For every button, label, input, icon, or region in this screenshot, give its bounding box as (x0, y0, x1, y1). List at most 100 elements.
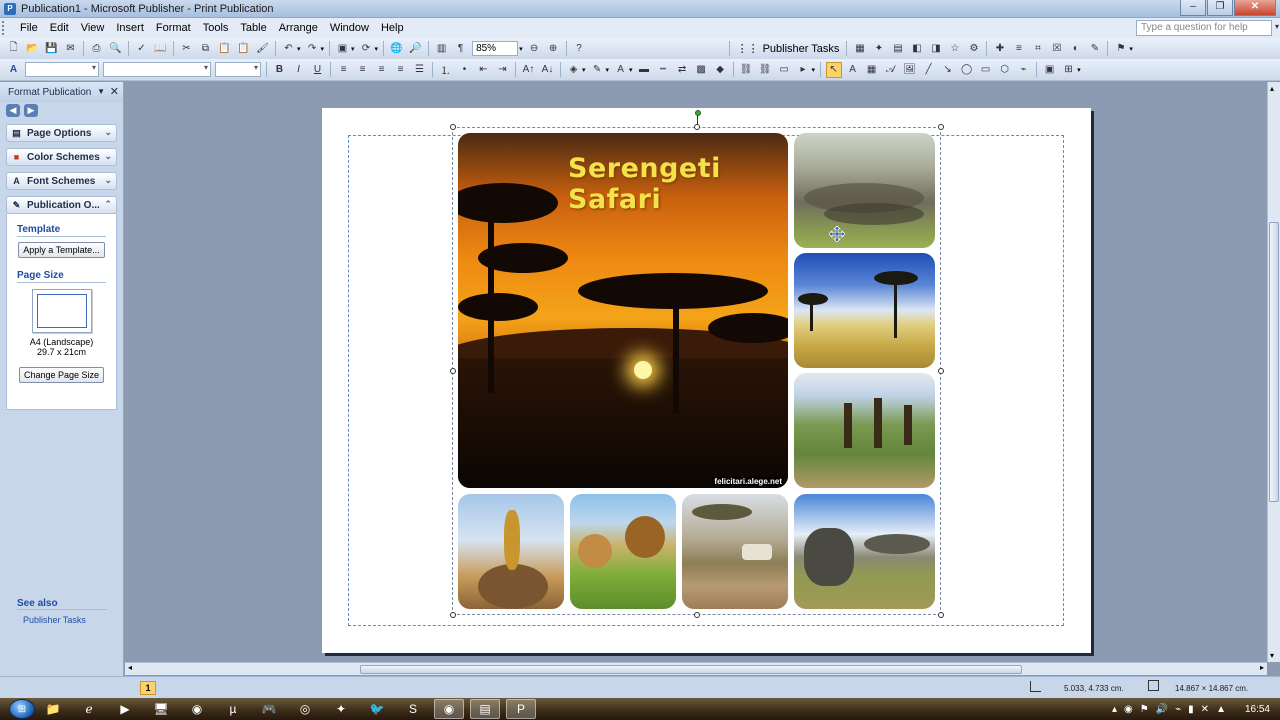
insert-hyperlink-icon[interactable]: 🌐 (389, 41, 405, 57)
menu-view[interactable]: View (75, 20, 111, 36)
paste-icon[interactable]: 📋 (217, 41, 233, 57)
apply-template-button[interactable]: Apply a Template... (18, 242, 105, 258)
design-gallery-icon[interactable]: ▣ (1042, 62, 1058, 78)
selection-frame[interactable] (452, 127, 941, 615)
section-color-schemes[interactable]: ■ Color Schemes ⌄ (6, 148, 117, 166)
gear-icon[interactable]: ⚙ (966, 41, 982, 57)
utorrent-icon[interactable]: µ (218, 699, 248, 719)
recolor-icon[interactable]: ◐ (1068, 41, 1084, 57)
select-pointer-icon[interactable]: ↖ (825, 61, 842, 78)
tool-icon[interactable]: ✦ (326, 699, 356, 719)
format-painter-icon[interactable]: 🖌 (255, 41, 271, 57)
underline-icon[interactable]: U (310, 62, 326, 78)
increase-indent-icon[interactable]: ⇥ (495, 62, 511, 78)
paste-special-icon[interactable]: 📋 (236, 41, 252, 57)
vertical-scrollbar[interactable]: ▴ ▾ (1267, 82, 1280, 662)
resize-handle[interactable] (694, 124, 700, 130)
font-color-icon[interactable]: A (613, 62, 629, 78)
redo-icon[interactable]: ↷ (304, 41, 320, 57)
resize-handle[interactable] (450, 124, 456, 130)
autoshapes-icon[interactable]: ⬡ (997, 62, 1013, 78)
menu-table[interactable]: Table (234, 20, 272, 36)
resize-handle[interactable] (938, 124, 944, 130)
arrow-style-icon[interactable]: ⇄ (674, 62, 690, 78)
wrap-icon[interactable]: ⌗ (1030, 41, 1046, 57)
decrease-indent-icon[interactable]: ⇤ (476, 62, 492, 78)
vertical-scroll-thumb[interactable] (1269, 222, 1279, 502)
hot-spot-icon[interactable]: ⌁ (1016, 62, 1032, 78)
app-icon[interactable]: ◎ (290, 699, 320, 719)
zoom-in-icon[interactable]: ⊕ (545, 41, 561, 57)
bring-front-icon[interactable]: ▣ (335, 41, 351, 57)
grow-font-icon[interactable]: A↑ (521, 62, 537, 78)
fill-color-icon[interactable]: ◈ (566, 62, 582, 78)
help-dropdown-icon[interactable]: ▾ (1275, 22, 1279, 31)
font-size-combobox[interactable] (215, 62, 261, 77)
line-style-icon[interactable]: ≡ (1011, 41, 1027, 57)
shadow-icon[interactable]: ▩ (693, 62, 709, 78)
save-icon[interactable]: 💾 (44, 41, 60, 57)
line-icon[interactable]: ╱ (921, 62, 937, 78)
tray-app-icon[interactable]: ◉ (1124, 704, 1133, 715)
update-icon[interactable]: ▲ (1216, 704, 1226, 715)
print-preview-icon[interactable]: 🔍 (108, 41, 124, 57)
publisher-window-icon[interactable]: P (506, 699, 536, 719)
rotate-icon[interactable]: ⟳ (358, 41, 374, 57)
antivirus-icon[interactable]: ✕ (1201, 704, 1209, 715)
print-icon[interactable]: ⎙ (89, 41, 105, 57)
menu-grip[interactable] (2, 21, 10, 35)
link-icon[interactable]: ⛓ (738, 62, 754, 78)
bird-icon[interactable]: 🐦 (362, 699, 392, 719)
align-right-icon[interactable]: ≡ (374, 62, 390, 78)
next-frame-icon[interactable]: ▸ (795, 62, 811, 78)
zoom-select[interactable]: 85% (472, 41, 519, 56)
wordart-icon[interactable]: 𝒜 (883, 62, 899, 78)
mail-icon[interactable]: ✉ (63, 41, 79, 57)
cut-icon[interactable]: ✂ (179, 41, 195, 57)
menu-edit[interactable]: Edit (44, 20, 75, 36)
resize-handle[interactable] (938, 612, 944, 618)
minimize-button[interactable]: – (1180, 0, 1206, 16)
numbering-icon[interactable]: ⒈ (438, 62, 454, 78)
styles-icon[interactable]: A (6, 62, 22, 78)
object-toolbar-icon[interactable]: ▦ (852, 41, 868, 57)
bullets-icon[interactable]: • (457, 62, 473, 78)
task-pane-close-icon[interactable]: ✕ (110, 85, 119, 98)
open-icon[interactable]: 📂 (25, 41, 41, 57)
section-publication-options[interactable]: ✎ Publication O... ⌃ (6, 196, 117, 214)
menu-tools[interactable]: Tools (197, 20, 235, 36)
wizard-icon[interactable]: ✦ (871, 41, 887, 57)
chrome-window-icon[interactable]: ◉ (434, 699, 464, 719)
explorer-icon[interactable]: 📁 (38, 699, 68, 719)
close-box-icon[interactable]: ☒ (1049, 41, 1065, 57)
scroll-down-icon[interactable]: ▾ (1270, 651, 1274, 660)
undo-icon[interactable]: ↶ (281, 41, 297, 57)
page-navigator-button[interactable]: 1 (140, 681, 156, 695)
toolbar-options-icon[interactable]: ⚑ (1113, 41, 1129, 57)
task-pane-dropdown-icon[interactable]: ▼ (97, 87, 105, 96)
usb-icon[interactable]: ⌁ (1175, 704, 1181, 715)
new-icon[interactable]: 🗋 (6, 41, 22, 57)
zoom-tool-icon[interactable]: 🔎 (408, 41, 424, 57)
help-search-input[interactable]: Type a question for help (1136, 20, 1272, 36)
scroll-left-icon[interactable]: ◂ (128, 663, 132, 672)
spelling-icon[interactable]: ✓ (134, 41, 150, 57)
align-center-icon[interactable]: ≡ (355, 62, 371, 78)
menu-insert[interactable]: Insert (110, 20, 150, 36)
align-left-icon[interactable]: ≡ (336, 62, 352, 78)
resize-handle[interactable] (694, 612, 700, 618)
forward-icon[interactable]: ▶ (24, 103, 38, 117)
dash-style-icon[interactable]: ┅ (655, 62, 671, 78)
align-icon[interactable]: ◨ (928, 41, 944, 57)
horizontal-scroll-thumb[interactable] (360, 665, 1022, 674)
media-player-icon[interactable]: ▶ (110, 699, 140, 719)
section-page-options[interactable]: ▤ Page Options ⌄ (6, 124, 117, 142)
back-icon[interactable]: ◀ (6, 103, 20, 117)
add-object-icon[interactable]: ⊞ (1061, 62, 1077, 78)
tray-expand-icon[interactable]: ▴ (1112, 704, 1117, 715)
help-icon[interactable]: ? (571, 41, 587, 57)
justify-icon[interactable]: ≡ (393, 62, 409, 78)
text-frame-icon[interactable]: ▭ (776, 62, 792, 78)
publisher-tasks-button[interactable]: ⋮⋮ Publisher Tasks (733, 42, 844, 56)
insert-table-icon[interactable]: ▦ (864, 62, 880, 78)
